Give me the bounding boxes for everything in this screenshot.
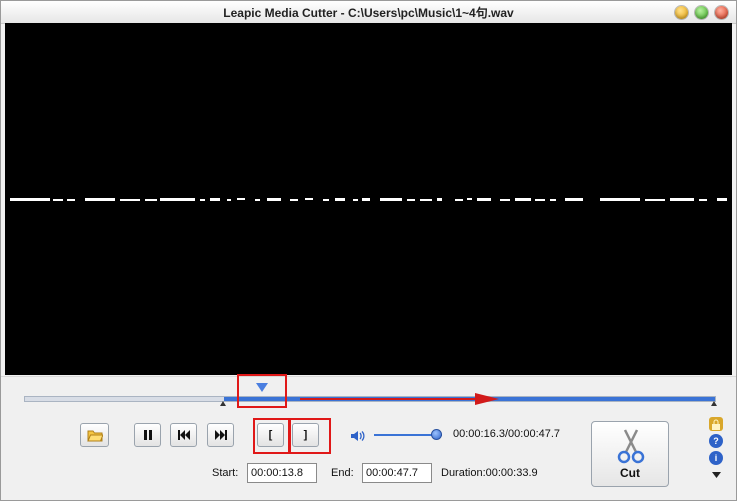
pause-icon [143, 430, 153, 440]
mark-in-label: [ [268, 429, 273, 441]
time-display: 00:00:16.3/00:00:47.7 [453, 428, 561, 440]
cut-button[interactable]: Cut [591, 421, 669, 487]
minimize-button[interactable] [675, 6, 688, 19]
mark-out-button[interactable]: ] [292, 423, 319, 447]
end-time-input[interactable] [362, 463, 432, 483]
mark-out-label: ] [303, 429, 308, 441]
speaker-icon[interactable] [351, 429, 367, 447]
selection-end-marker[interactable] [711, 401, 717, 406]
waveform [10, 198, 727, 201]
previous-button[interactable] [170, 423, 197, 447]
window-title: Leapic Media Cutter - C:\Users\pc\Music\… [223, 6, 514, 20]
skip-forward-icon [214, 430, 227, 440]
scissors-icon [614, 428, 648, 469]
waveform-display[interactable] [5, 23, 732, 375]
arrow-down-icon[interactable] [709, 468, 723, 482]
open-file-button[interactable] [80, 423, 109, 447]
volume-knob[interactable] [430, 429, 442, 440]
side-icon-column: ? i [709, 417, 727, 485]
playhead-thumb[interactable] [256, 383, 269, 392]
end-label: End: [331, 467, 354, 479]
skip-back-icon [177, 430, 190, 440]
help-icon[interactable]: ? [709, 434, 723, 448]
selection-start-marker[interactable] [220, 401, 227, 406]
info-icon[interactable]: i [709, 451, 723, 465]
annotation-arrow-head [475, 393, 499, 405]
start-time-input[interactable] [247, 463, 317, 483]
folder-open-icon [86, 429, 103, 442]
title-bar: Leapic Media Cutter - C:\Users\pc\Music\… [1, 1, 736, 24]
close-button[interactable] [715, 6, 728, 19]
mark-in-button[interactable]: [ [257, 423, 284, 447]
cut-label: Cut [620, 466, 640, 480]
maximize-button[interactable] [695, 6, 708, 19]
annotation-arrow [300, 398, 480, 400]
lock-icon[interactable] [709, 417, 723, 431]
duration-text: Duration:00:00:33.9 [441, 467, 538, 479]
next-button[interactable] [207, 423, 234, 447]
control-panel: [ ] 00:00:16.3/00:00:47.7 Cut ? i Start:… [1, 374, 736, 500]
pause-button[interactable] [134, 423, 161, 447]
start-label: Start: [212, 467, 239, 479]
app-window: Leapic Media Cutter - C:\Users\pc\Music\… [0, 0, 737, 501]
